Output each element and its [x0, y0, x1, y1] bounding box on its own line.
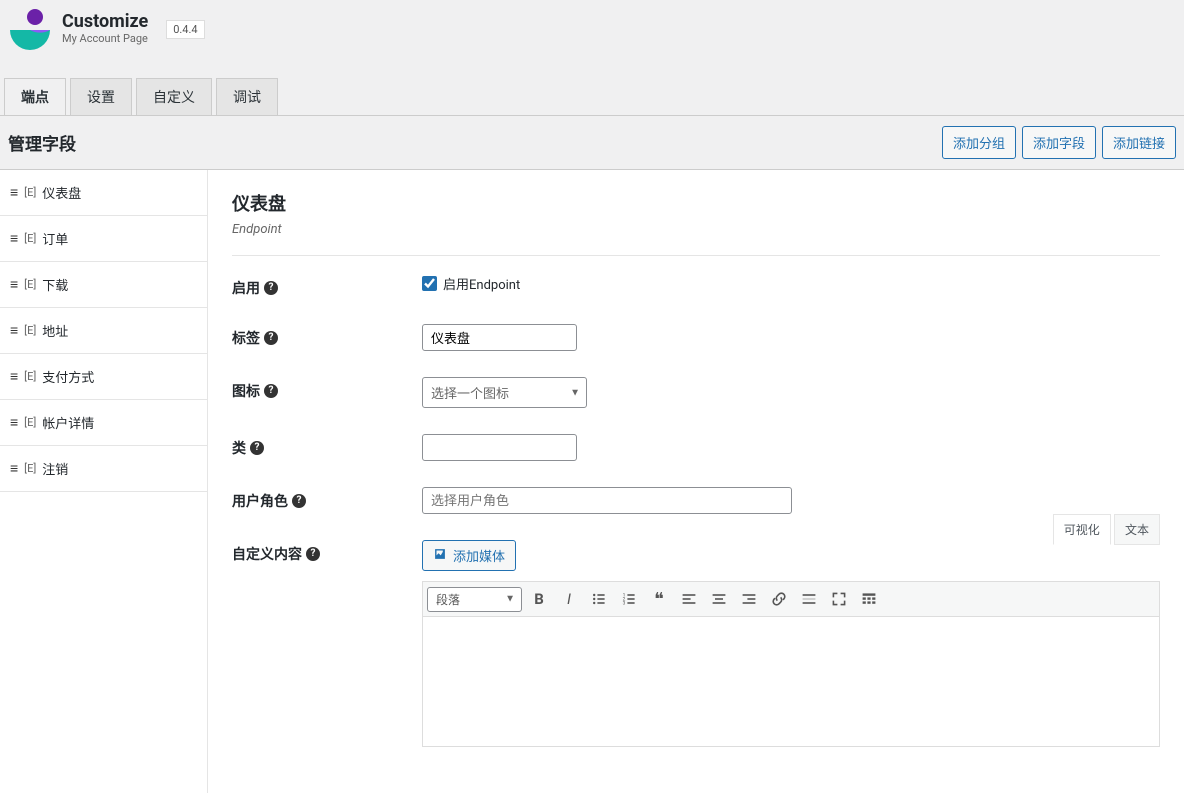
help-icon[interactable]: ?	[264, 331, 278, 345]
class-label: 类	[232, 438, 246, 458]
align-center-icon[interactable]	[706, 586, 732, 612]
sidebar-item-label: 注销	[42, 459, 68, 478]
drag-handle-icon[interactable]: ≡	[10, 322, 18, 339]
sidebar-item-prefix: [E]	[24, 324, 36, 337]
editor-subtitle: Endpoint	[232, 222, 1160, 237]
bold-icon[interactable]: B	[526, 586, 552, 612]
main-tab-bar: 端点 设置 自定义 调试	[0, 78, 1184, 115]
custom-content-label: 自定义内容	[232, 544, 302, 564]
tab-debug[interactable]: 调试	[216, 78, 278, 115]
blockquote-icon[interactable]: ❝	[646, 586, 672, 612]
app-header: Customize My Account Page 0.4.4	[0, 0, 1184, 58]
sidebar-item-dashboard[interactable]: ≡ [E] 仪表盘	[0, 170, 207, 216]
sidebar-item-label: 订单	[42, 229, 68, 248]
tab-settings[interactable]: 设置	[70, 78, 132, 115]
tab-endpoints[interactable]: 端点	[4, 78, 66, 115]
fullscreen-icon[interactable]	[826, 586, 852, 612]
bullet-list-icon[interactable]	[586, 586, 612, 612]
sidebar-item-label: 下载	[42, 275, 68, 294]
help-icon[interactable]: ?	[306, 547, 320, 561]
icon-select-placeholder: 选择一个图标	[431, 387, 509, 402]
editor-panel: 仪表盘 Endpoint 启用 ? 启用Endpoint 标签 ?	[208, 170, 1184, 793]
sidebar-item-orders[interactable]: ≡ [E] 订单	[0, 216, 207, 262]
brand-logo-icon	[6, 8, 54, 50]
enable-endpoint-checkbox[interactable]	[422, 276, 437, 291]
panel-headline: 管理字段 添加分组 添加字段 添加链接	[0, 115, 1184, 169]
editor-title: 仪表盘	[232, 190, 1160, 216]
panel-actions: 添加分组 添加字段 添加链接	[942, 126, 1176, 159]
divider	[232, 255, 1160, 256]
sidebar-item-addresses[interactable]: ≡ [E] 地址	[0, 308, 207, 354]
sidebar-item-prefix: [E]	[24, 462, 36, 475]
drag-handle-icon[interactable]: ≡	[10, 368, 18, 385]
enable-label: 启用	[232, 278, 260, 298]
italic-icon[interactable]: I	[556, 586, 582, 612]
insert-more-icon[interactable]	[796, 586, 822, 612]
drag-handle-icon[interactable]: ≡	[10, 276, 18, 293]
help-icon[interactable]: ?	[250, 441, 264, 455]
add-field-button[interactable]: 添加字段	[1022, 126, 1096, 159]
tag-input[interactable]	[422, 324, 577, 351]
rte-toolbar: 段落 ▼ B I 123 ❝	[422, 581, 1160, 617]
media-icon	[433, 547, 447, 564]
editor-header: 仪表盘 Endpoint	[232, 190, 1160, 237]
drag-handle-icon[interactable]: ≡	[10, 184, 18, 201]
add-group-button[interactable]: 添加分组	[942, 126, 1016, 159]
sidebar-item-prefix: [E]	[24, 186, 36, 199]
add-link-button[interactable]: 添加链接	[1102, 126, 1176, 159]
workspace: ≡ [E] 仪表盘 ≡ [E] 订单 ≡ [E] 下载 ≡ [E] 地址 ≡ […	[0, 169, 1184, 793]
brand-text: Customize My Account Page	[62, 12, 148, 47]
drag-handle-icon[interactable]: ≡	[10, 414, 18, 431]
drag-handle-icon[interactable]: ≡	[10, 460, 18, 477]
sidebar-item-label: 仪表盘	[42, 183, 81, 202]
tag-label: 标签	[232, 328, 260, 348]
rte-format-select[interactable]: 段落 ▼	[427, 587, 522, 612]
icon-select[interactable]: 选择一个图标 ▼	[422, 377, 587, 408]
brand-logo: Customize My Account Page 0.4.4	[6, 8, 205, 50]
chevron-down-icon: ▼	[570, 387, 580, 398]
sidebar-item-logout[interactable]: ≡ [E] 注销	[0, 446, 207, 492]
editor-tab-visual[interactable]: 可视化	[1053, 514, 1111, 545]
svg-text:3: 3	[623, 601, 626, 607]
class-input[interactable]	[422, 434, 577, 461]
sidebar-item-downloads[interactable]: ≡ [E] 下载	[0, 262, 207, 308]
brand-title: Customize	[62, 12, 148, 32]
sidebar-item-label: 地址	[42, 321, 68, 340]
icon-label: 图标	[232, 381, 260, 401]
panel-heading: 管理字段	[8, 130, 76, 155]
toolbar-toggle-icon[interactable]	[856, 586, 882, 612]
sidebar-item-prefix: [E]	[24, 278, 36, 291]
version-badge: 0.4.4	[166, 20, 204, 39]
sidebar-item-account-details[interactable]: ≡ [E] 帐户详情	[0, 400, 207, 446]
align-right-icon[interactable]	[736, 586, 762, 612]
editor-tab-text[interactable]: 文本	[1114, 514, 1160, 545]
rte-content-area[interactable]	[422, 617, 1160, 747]
add-media-button[interactable]: 添加媒体	[422, 540, 516, 571]
tab-custom[interactable]: 自定义	[136, 78, 212, 115]
align-left-icon[interactable]	[676, 586, 702, 612]
sidebar: ≡ [E] 仪表盘 ≡ [E] 订单 ≡ [E] 下载 ≡ [E] 地址 ≡ […	[0, 170, 208, 793]
sidebar-item-prefix: [E]	[24, 370, 36, 383]
rte-format-value: 段落	[436, 593, 460, 607]
numbered-list-icon[interactable]: 123	[616, 586, 642, 612]
enable-checkbox-label: 启用Endpoint	[443, 274, 520, 293]
help-icon[interactable]: ?	[264, 281, 278, 295]
link-icon[interactable]	[766, 586, 792, 612]
sidebar-item-label: 帐户详情	[42, 413, 94, 432]
sidebar-item-payment-methods[interactable]: ≡ [E] 支付方式	[0, 354, 207, 400]
user-role-label: 用户角色	[232, 491, 288, 511]
sidebar-item-label: 支付方式	[42, 367, 94, 386]
drag-handle-icon[interactable]: ≡	[10, 230, 18, 247]
brand-subtitle: My Account Page	[62, 32, 148, 45]
sidebar-item-prefix: [E]	[24, 232, 36, 245]
help-icon[interactable]: ?	[292, 494, 306, 508]
sidebar-item-prefix: [E]	[24, 416, 36, 429]
user-role-input[interactable]	[422, 487, 792, 514]
help-icon[interactable]: ?	[264, 384, 278, 398]
add-media-label: 添加媒体	[453, 546, 505, 565]
chevron-down-icon: ▼	[505, 594, 515, 605]
